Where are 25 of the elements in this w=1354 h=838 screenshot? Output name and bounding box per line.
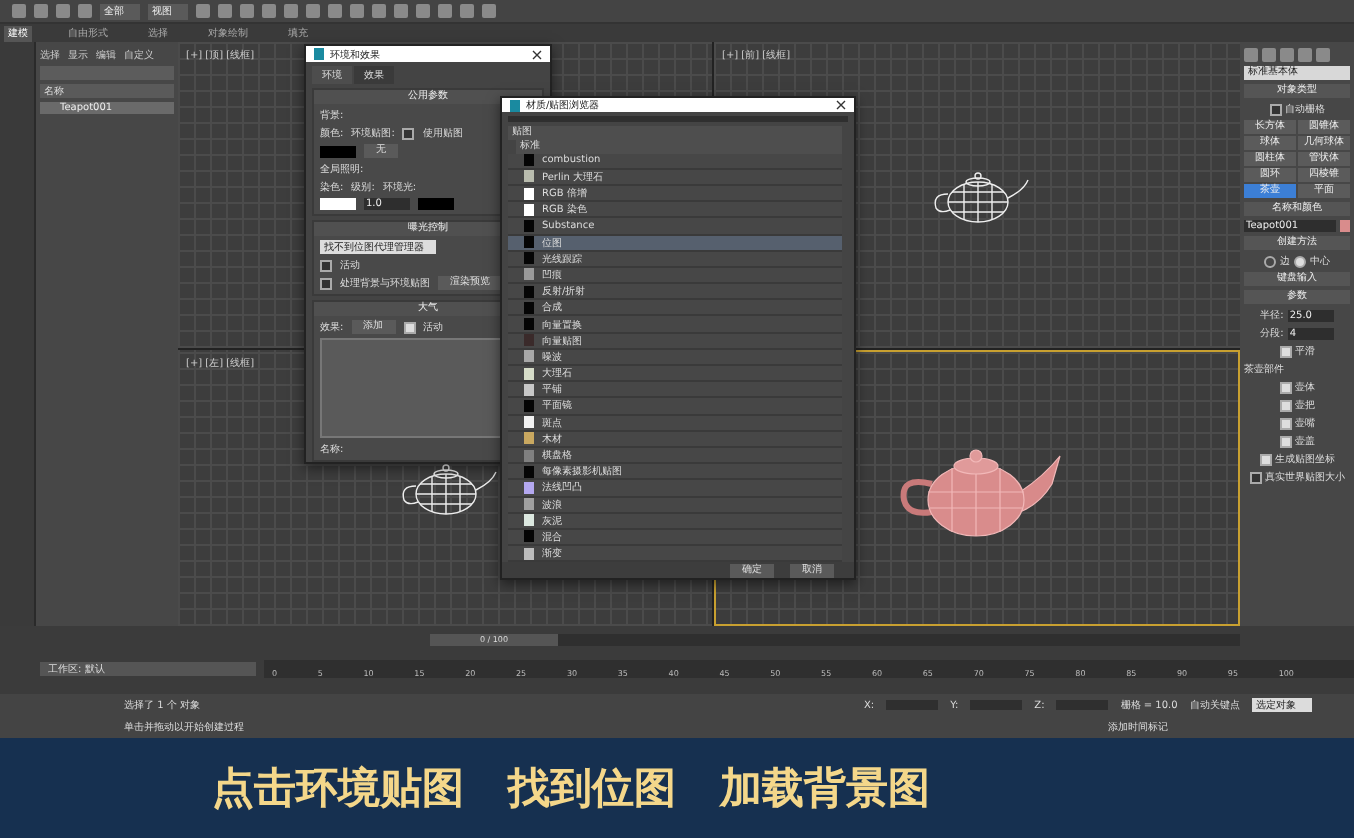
checkbox[interactable] xyxy=(1279,417,1291,429)
checkbox[interactable] xyxy=(402,127,415,139)
app-logo-icon xyxy=(510,99,520,111)
checkbox[interactable] xyxy=(1279,381,1291,393)
close-icon[interactable] xyxy=(836,100,846,110)
radio-button[interactable] xyxy=(1264,255,1276,267)
checkbox[interactable] xyxy=(1269,103,1281,115)
app-logo-icon xyxy=(314,48,324,60)
checkbox[interactable] xyxy=(1259,453,1271,465)
checkbox[interactable] xyxy=(320,259,332,271)
subtitle-text: 加载背景图 xyxy=(720,762,930,816)
checkbox[interactable] xyxy=(1279,399,1291,411)
object-color-swatch[interactable] xyxy=(1340,220,1350,232)
checkbox[interactable] xyxy=(1249,471,1261,483)
color-swatch[interactable] xyxy=(418,198,454,210)
subtitle-text: 找到位图 xyxy=(508,762,676,816)
color-swatch[interactable] xyxy=(320,198,356,210)
checkbox[interactable] xyxy=(1279,435,1291,447)
close-icon[interactable] xyxy=(532,49,542,59)
color-swatch[interactable] xyxy=(320,145,356,157)
subtitle-text: 点击环境贴图 xyxy=(212,762,464,816)
checkbox[interactable] xyxy=(403,321,416,333)
checkbox[interactable] xyxy=(1279,345,1291,357)
checkbox[interactable] xyxy=(320,277,332,289)
radio-button[interactable] xyxy=(1294,255,1306,267)
